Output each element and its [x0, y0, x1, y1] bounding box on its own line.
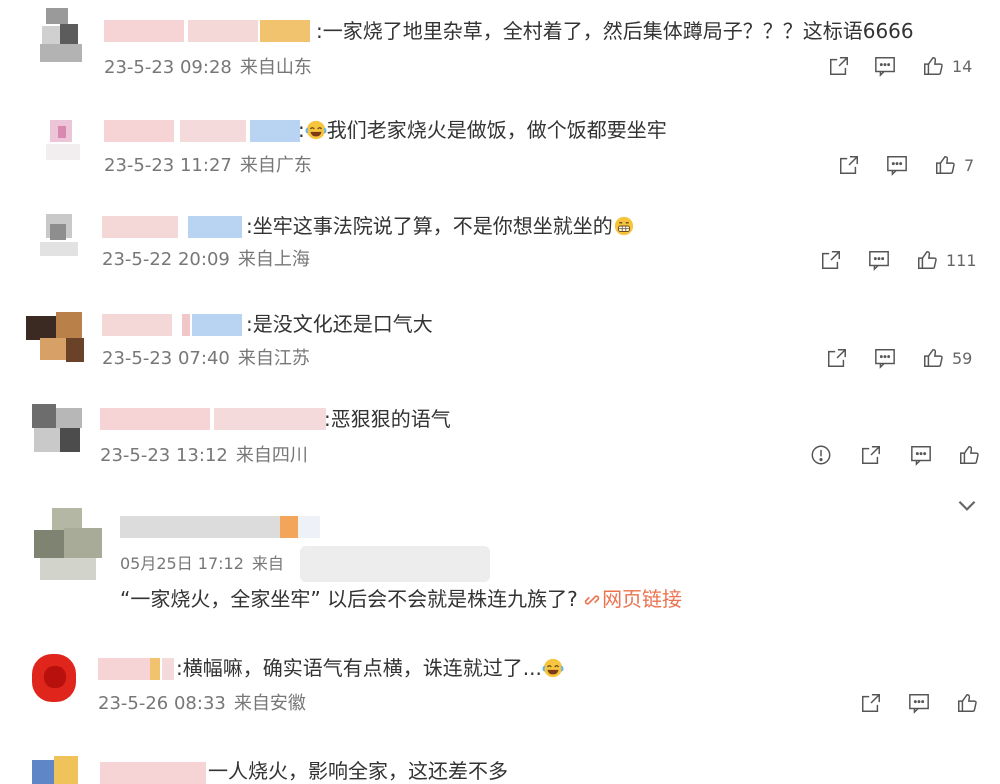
username[interactable] [100, 762, 206, 784]
timestamp: 23-5-23 09:28 [104, 57, 232, 78]
avatar[interactable] [30, 206, 88, 264]
comment-text: :是没文化还是口气大 [246, 312, 433, 336]
like-button[interactable]: 59 [920, 345, 972, 371]
report-icon[interactable] [808, 442, 834, 468]
timestamp: 23-5-23 07:40 [102, 348, 230, 369]
comment-item: 一人烧火，影响全家，这还差不多 [0, 744, 1000, 784]
username[interactable] [102, 216, 242, 238]
location: 来自四川 [235, 445, 308, 466]
timestamp: 05月25日 17:12 [120, 554, 244, 573]
thumbs-up-icon [914, 247, 940, 273]
comment-actions: 111 [818, 246, 977, 274]
like-button[interactable]: 14 [920, 53, 972, 79]
location: 来自 [251, 554, 284, 573]
like-count: 7 [964, 155, 975, 175]
comment-actions [808, 441, 982, 469]
avatar[interactable] [24, 650, 82, 708]
blurred-overlay [300, 546, 490, 582]
comment-item: :坐牢这事法院说了算，不是你想坐就坐的 23-5-22 20:09 来自上海 11… [0, 200, 1000, 300]
username[interactable] [98, 658, 174, 680]
link-icon [584, 595, 600, 605]
share-icon[interactable] [824, 345, 850, 371]
comment-item: :一家烧了地里杂草，全村着了，然后集体蹲局子？？？这标语6666 23-5-23… [0, 0, 1000, 100]
avatar[interactable] [32, 8, 90, 66]
share-icon[interactable] [818, 247, 844, 273]
username[interactable] [120, 516, 320, 538]
timestamp: 23-5-26 08:33 [98, 693, 226, 714]
comment-icon[interactable] [872, 345, 898, 371]
laughing-tears-emoji [305, 120, 327, 140]
comment-icon[interactable] [866, 247, 892, 273]
username[interactable] [100, 408, 326, 430]
like-count: 14 [952, 56, 973, 76]
avatar[interactable] [36, 110, 94, 168]
comment-text: : 我们老家烧火是做饭，做个饭都要坐牢 [298, 118, 667, 142]
comment-actions [858, 689, 980, 717]
thumbs-up-icon[interactable] [956, 442, 982, 468]
comment-actions: 7 [836, 151, 974, 179]
comment-meta: 23-5-23 09:28 来自山东 [104, 56, 312, 80]
avatar[interactable] [26, 400, 84, 458]
location: 来自安徽 [233, 693, 306, 714]
location: 来自广东 [239, 155, 312, 176]
comment-item: 05月25日 17:12 来自 “一家烧火，全家坐牢” 以后会不会就是株连九族了?… [0, 500, 1000, 630]
location: 来自山东 [239, 57, 312, 78]
comment-text: :恶狠狠的语气 [324, 407, 451, 431]
comment-icon[interactable] [906, 690, 932, 716]
timestamp: 23-5-22 20:09 [102, 249, 230, 270]
thumbs-up-icon [920, 345, 946, 371]
timestamp: 23-5-23 11:27 [104, 155, 232, 176]
username[interactable] [104, 20, 314, 42]
like-count: 59 [952, 348, 973, 368]
share-icon[interactable] [858, 442, 884, 468]
location: 来自上海 [237, 249, 310, 270]
comment-actions: 59 [824, 344, 972, 372]
comment-text: “一家烧火，全家坐牢” 以后会不会就是株连九族了? 网页链接 [120, 587, 683, 611]
comment-meta: 23-5-22 20:09 来自上海 [102, 248, 310, 272]
like-count: 111 [946, 250, 977, 270]
username[interactable] [104, 120, 300, 142]
share-icon[interactable] [836, 152, 862, 178]
comment-text: :一家烧了地里杂草，全村着了，然后集体蹲局子？？？这标语6666 [316, 19, 914, 43]
share-icon[interactable] [826, 53, 852, 79]
location: 来自江苏 [237, 348, 310, 369]
laughing-tears-emoji [542, 658, 564, 678]
comment-item: :恶狠狠的语气 23-5-23 13:12 来自四川 [0, 394, 1000, 490]
comment-item: : 我们老家烧火是做饭，做个饭都要坐牢 23-5-23 11:27 来自广东 7 [0, 100, 1000, 200]
timestamp: 23-5-23 13:12 [100, 445, 228, 466]
avatar[interactable] [26, 308, 84, 366]
comment-text: :坐牢这事法院说了算，不是你想坐就坐的 [246, 213, 635, 239]
avatar[interactable] [28, 752, 86, 784]
comment-text: 一人烧火，影响全家，这还差不多 [208, 759, 508, 783]
share-icon[interactable] [858, 690, 884, 716]
username[interactable] [102, 314, 242, 336]
comment-icon[interactable] [908, 442, 934, 468]
comment-meta: 23-5-23 11:27 来自广东 [104, 154, 312, 178]
comment-meta: 23-5-23 13:12 来自四川 [100, 444, 308, 468]
comment-text: :横幅嘛，确实语气有点横，诛连就过了... [176, 655, 564, 681]
grin-emoji [614, 216, 633, 236]
comment-item: :是没文化还是口气大 23-5-23 07:40 来自江苏 59 [0, 300, 1000, 394]
like-button[interactable]: 7 [932, 152, 974, 178]
comment-meta: 23-5-26 08:33 来自安徽 [98, 692, 306, 716]
comment-icon[interactable] [872, 53, 898, 79]
comment-icon[interactable] [884, 152, 910, 178]
comment-actions: 14 [826, 52, 972, 80]
thumbs-up-icon [932, 152, 958, 178]
thumbs-up-icon [920, 53, 946, 79]
comment-item: :横幅嘛，确实语气有点横，诛连就过了... 23-5-26 08:33 来自安徽 [0, 642, 1000, 734]
web-link[interactable]: 网页链接 [584, 587, 682, 611]
thumbs-up-icon[interactable] [954, 690, 980, 716]
comment-meta: 23-5-23 07:40 来自江苏 [102, 347, 310, 371]
comment-meta: 05月25日 17:12 来自 [120, 552, 284, 576]
avatar[interactable] [30, 506, 106, 582]
like-button[interactable]: 111 [914, 247, 977, 273]
